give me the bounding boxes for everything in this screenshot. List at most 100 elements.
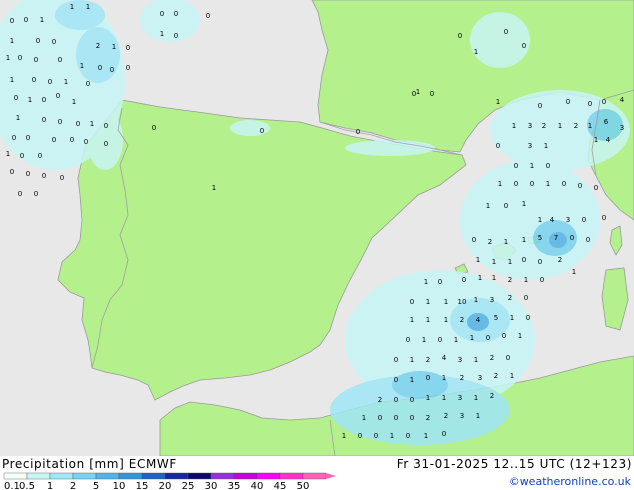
precip-value-label: 1 xyxy=(474,394,478,402)
precip-value-label: 0 xyxy=(524,294,528,302)
map-title: Precipitation [mm] ECMWF xyxy=(2,457,177,471)
precip-value-label: 2 xyxy=(460,374,464,382)
precip-value-label: 0 xyxy=(104,122,108,130)
precip-value-label: 1 xyxy=(444,316,448,324)
precip-value-label: 1 xyxy=(492,274,496,282)
precip-value-label: 0 xyxy=(602,98,606,106)
precip-value-label: 0 xyxy=(356,128,360,136)
precip-value-label: 0 xyxy=(58,118,62,126)
precip-value-label: 10 xyxy=(458,298,467,306)
precip-value-label: 0 xyxy=(14,94,18,102)
precip-value-label: 0 xyxy=(522,256,526,264)
color-scale-swatch xyxy=(279,472,304,480)
color-scale-tick-label: 0.5 xyxy=(19,481,35,490)
precip-area-north-france xyxy=(55,0,105,30)
precip-value-label: 0 xyxy=(594,184,598,192)
precip-value-label: 1 xyxy=(530,162,534,170)
color-scale-tick-label: 1 xyxy=(47,481,53,490)
precip-value-label: 5 xyxy=(538,234,542,242)
precip-value-label: 1 xyxy=(524,276,528,284)
precip-value-label: 1 xyxy=(478,274,482,282)
precip-value-label: 4 xyxy=(476,316,481,324)
color-scale-swatch xyxy=(72,472,97,480)
precip-value-label: 0 xyxy=(502,332,506,340)
model-name: ECMWF xyxy=(128,457,177,471)
precip-value-label: 1 xyxy=(10,76,14,84)
precip-value-label: 2 xyxy=(426,356,430,364)
precip-value-label: 1 xyxy=(474,356,478,364)
precip-value-label: 2 xyxy=(508,276,512,284)
precip-value-label: 0 xyxy=(472,236,476,244)
precip-value-label: 0 xyxy=(26,134,30,142)
precip-value-label: 2 xyxy=(542,122,546,130)
precip-value-label: 0 xyxy=(394,396,398,404)
precip-value-label: 0 xyxy=(394,414,398,422)
precip-value-label: 1 xyxy=(544,142,548,150)
precip-value-label: 0 xyxy=(514,162,518,170)
precip-value-label: 0 xyxy=(496,142,500,150)
precip-value-label: 4 xyxy=(550,216,555,224)
precip-value-label: 0 xyxy=(504,28,508,36)
map-title-label: Precipitation [mm] xyxy=(2,457,125,471)
precip-value-label: 1 xyxy=(518,332,522,340)
precip-value-label: 1 xyxy=(16,114,20,122)
precip-value-label: 2 xyxy=(558,256,562,264)
precip-value-label: 0 xyxy=(458,32,462,40)
site-credit[interactable]: ©weatheronline.co.uk xyxy=(509,475,631,488)
precip-value-label: 1 xyxy=(546,180,550,188)
color-scale-tick-label: 5 xyxy=(93,481,99,490)
precip-value-label: 1 xyxy=(416,88,420,96)
color-scale-swatch xyxy=(26,472,51,480)
precip-value-label: 0 xyxy=(18,190,22,198)
color-scale-swatch xyxy=(49,472,74,480)
precip-value-label: 0 xyxy=(438,336,442,344)
precip-value-label: 0 xyxy=(24,16,28,24)
precip-value-label: 1 xyxy=(522,200,526,208)
color-scale-swatch xyxy=(118,472,143,480)
precip-value-label: 1 xyxy=(512,122,516,130)
color-scale-tick-label: 0.1 xyxy=(4,481,20,490)
precip-value-label: 0 xyxy=(60,174,64,182)
precip-value-label: 0 xyxy=(174,10,178,18)
precip-area-balearic xyxy=(460,160,600,280)
precip-value-label: 1 xyxy=(522,236,526,244)
precip-value-label: 0 xyxy=(602,214,606,222)
precip-value-label: 2 xyxy=(378,396,382,404)
color-scale-tick-label: 45 xyxy=(274,481,287,490)
precip-value-label: 1 xyxy=(510,372,514,380)
precip-value-label: 0 xyxy=(36,37,40,45)
precip-value-label: 0 xyxy=(410,298,414,306)
color-scale-swatch xyxy=(164,472,189,480)
precip-area-pyrenees xyxy=(345,140,435,156)
precip-value-label: 2 xyxy=(426,414,430,422)
valid-time: Fr 31-01-2025 12..15 UTC (12+123) xyxy=(396,457,632,471)
precip-value-label: 1 xyxy=(588,122,592,130)
color-scale-legend: 0.1 0.5 1 2 5 10 15 20 25 30 35 40 45 50 xyxy=(3,472,336,490)
precip-value-label: 0 xyxy=(504,202,508,210)
precip-value-label: 0 xyxy=(34,190,38,198)
precip-value-label: 1 xyxy=(342,432,346,440)
color-scale-tick-label: 30 xyxy=(205,481,218,490)
precip-value-label: 1 xyxy=(86,3,90,11)
color-scale-tick-label: 15 xyxy=(136,481,149,490)
precip-value-label: 0 xyxy=(260,127,264,135)
precip-value-label: 0 xyxy=(126,64,130,72)
precip-value-label: 0 xyxy=(586,236,590,244)
color-scale-bars xyxy=(3,472,336,480)
precip-value-label: 3 xyxy=(460,412,464,420)
precip-value-label: 0 xyxy=(42,96,46,104)
precip-value-label: 0 xyxy=(18,54,22,62)
color-scale-tick-label: 35 xyxy=(228,481,241,490)
precip-value-label: 1 xyxy=(72,98,76,106)
precip-value-label: 1 xyxy=(492,258,496,266)
color-scale-swatch xyxy=(210,472,235,480)
precip-value-label: 1 xyxy=(454,336,458,344)
precip-value-label: 2 xyxy=(96,42,100,50)
precip-value-label: 0 xyxy=(42,116,46,124)
precip-value-label: 1 xyxy=(538,216,542,224)
precip-value-label: 0 xyxy=(578,182,582,190)
precip-value-label: 0 xyxy=(566,98,570,106)
color-scale-tick-label: 25 xyxy=(182,481,195,490)
precip-value-label: 1 xyxy=(476,256,480,264)
precip-value-label: 2 xyxy=(494,372,498,380)
